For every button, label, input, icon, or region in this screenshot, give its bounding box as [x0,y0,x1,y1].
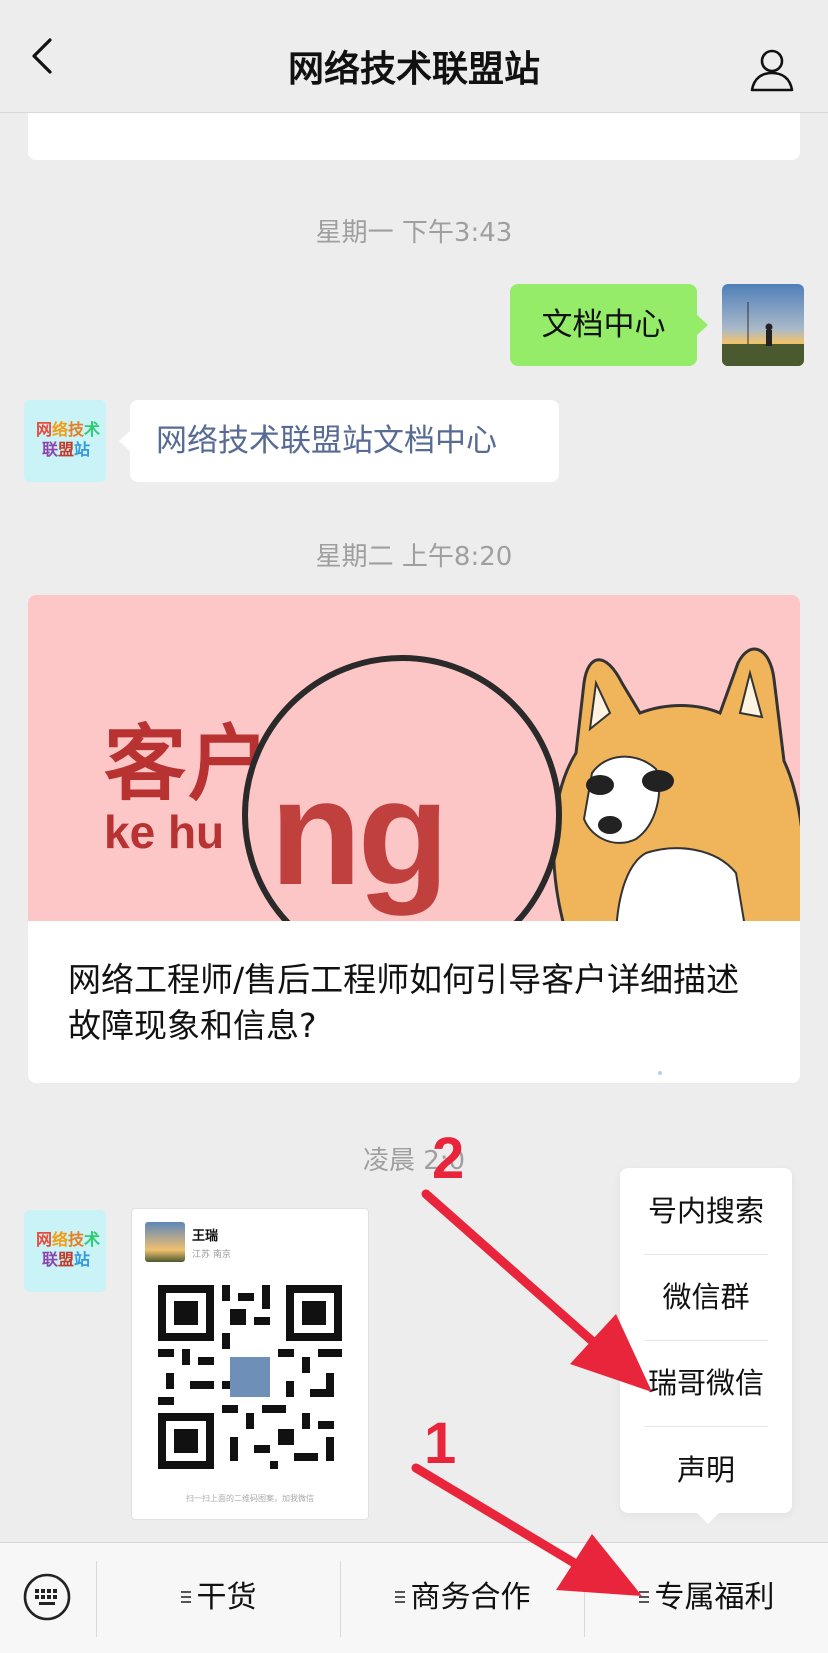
user-profile-icon[interactable] [748,46,796,94]
article-card[interactable]: 客户 ke hu ng 网络工程师/售后工程师如何引导客户详细描述故障现象和信息… [28,595,800,1083]
qr-owner-avatar [145,1222,185,1262]
magnified-text: ng [270,748,449,916]
article-title[interactable]: 网络工程师/售后工程师如何引导客户详细描述故障现象和信息? [68,957,768,1049]
message-timestamp: 星期一 下午3:43 [315,218,513,248]
menu-lines-icon [180,1590,191,1603]
annotation-number-2: 2 [432,1126,465,1191]
qr-owner-name: 王瑞 [192,1229,219,1244]
message-timestamp: 星期二 上午8:20 [315,542,513,572]
article-dot [658,1071,662,1075]
sent-message-bubble[interactable]: 文档中心 [510,284,708,366]
qr-code-icon [158,1285,342,1469]
cover-pinyin-text: ke hu [104,806,225,858]
tab-dry-goods[interactable]: 干货 [97,1543,340,1653]
sunset-avatar-image [722,284,804,366]
article-cover-image: 客户 ke hu ng [28,595,800,921]
back-arrow-icon[interactable] [22,34,66,78]
account-avatar[interactable]: 网 络 技 术 联 盟 站 [24,1210,106,1292]
top-nav-bar: 网络技术联盟站 [0,0,828,113]
menu-lines-icon [394,1590,405,1603]
qr-code-image-message[interactable]: 王瑞 江苏 南京 扫一扫上面的二维码图案，加我微信 [131,1208,369,1520]
annotation-arrow-1 [411,1463,642,1596]
account-avatar[interactable]: 网 络 技 术 联 盟 站 [24,400,106,482]
shiba-dog-illustration [552,647,800,921]
magnifier-circle: ng [242,655,562,921]
annotation-arrow-2 [421,1189,652,1392]
qr-owner-location: 江苏 南京 [192,1250,231,1260]
page-title: 网络技术联盟站 [287,49,540,90]
keyboard-icon[interactable] [22,1572,72,1622]
reply-link-bubble[interactable]: 网络技术联盟站文档中心 [119,400,559,482]
my-avatar[interactable] [722,284,804,366]
qr-caption: 扫一扫上面的二维码图案，加我微信 [186,1494,314,1503]
